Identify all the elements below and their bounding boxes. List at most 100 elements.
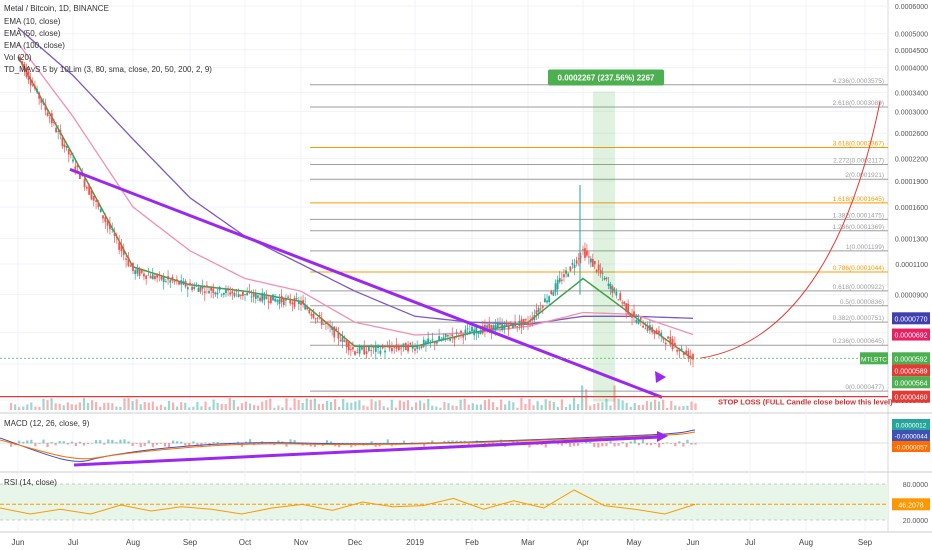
candle-body bbox=[331, 327, 334, 331]
volume-bar bbox=[609, 405, 612, 410]
volume-bar bbox=[589, 405, 592, 410]
price-tick-label: 0.0003000 bbox=[895, 109, 928, 116]
candle-body bbox=[297, 301, 300, 305]
candle-body bbox=[372, 347, 375, 349]
candle-body bbox=[664, 342, 667, 345]
candle-body bbox=[516, 326, 519, 327]
candle-body bbox=[569, 266, 572, 271]
macd-histogram-bar bbox=[74, 443, 77, 447]
volume-bar bbox=[285, 398, 288, 410]
fib-level-label: 1.618(0.0001645) bbox=[833, 196, 884, 203]
candle-body bbox=[136, 268, 139, 274]
time-label: Sep bbox=[858, 538, 873, 547]
time-label: Mar bbox=[521, 538, 535, 547]
candle-body bbox=[72, 159, 74, 162]
volume-bar bbox=[317, 404, 320, 410]
volume-bar bbox=[581, 385, 584, 410]
candle-body bbox=[267, 301, 270, 303]
candle-body bbox=[345, 339, 348, 348]
macd-histogram-bar bbox=[564, 443, 568, 444]
candle-body bbox=[74, 166, 77, 170]
volume-bar bbox=[491, 402, 495, 410]
fib-level-label: 0.5(0.0000836) bbox=[840, 299, 884, 306]
candle-body bbox=[512, 323, 514, 329]
candle-body bbox=[397, 346, 400, 350]
candle-body bbox=[662, 337, 665, 340]
rsi-title[interactable]: RSI (14, close) bbox=[4, 478, 57, 487]
macd-histogram-bar bbox=[593, 443, 596, 448]
rsi-tick-label: 80.0000 bbox=[903, 482, 928, 489]
price-axis[interactable] bbox=[888, 0, 932, 550]
volume-bar bbox=[633, 402, 636, 410]
volume-bar bbox=[74, 404, 77, 410]
candle-body bbox=[140, 269, 143, 273]
fib-level-label: 0(0.0000477) bbox=[845, 384, 884, 391]
volume-bar bbox=[244, 401, 248, 410]
volume-bar bbox=[127, 398, 130, 410]
candle-body bbox=[36, 88, 38, 93]
volume-bar bbox=[674, 405, 677, 410]
indicator-ema50-label[interactable]: EMA (50, close) bbox=[4, 29, 61, 38]
volume-bar bbox=[374, 401, 377, 410]
volume-bar bbox=[427, 398, 430, 410]
candle-body bbox=[442, 337, 445, 340]
macd-histogram-bar bbox=[18, 440, 21, 444]
macd-histogram-bar bbox=[184, 443, 187, 446]
candle-body bbox=[222, 292, 225, 295]
volume-bar bbox=[577, 404, 580, 410]
indicator-ema100-label[interactable]: EMA (100, close) bbox=[4, 41, 65, 50]
price-tick-label: 0.0006000 bbox=[895, 4, 928, 11]
candle-body bbox=[635, 319, 638, 323]
rsi-value-tag: 46.2078 bbox=[892, 498, 930, 511]
volume-bar bbox=[394, 407, 397, 410]
macd-title[interactable]: MACD (12, 26, close, 9) bbox=[4, 419, 90, 428]
volume-bar bbox=[277, 405, 280, 410]
candle-body bbox=[85, 187, 88, 189]
macd-tag-text: -0.0000044 bbox=[895, 434, 928, 441]
candle-body bbox=[34, 85, 36, 89]
candle-body bbox=[276, 299, 279, 302]
candle-body bbox=[53, 122, 55, 123]
volume-bar bbox=[91, 400, 94, 410]
rsi-band bbox=[0, 484, 888, 520]
volume-bar bbox=[188, 407, 191, 410]
macd-histogram-bar bbox=[629, 441, 632, 444]
volume-bar bbox=[366, 406, 369, 410]
macd-histogram-bar bbox=[143, 443, 146, 446]
volume-bar bbox=[479, 404, 482, 410]
fib-level-label: 0.618(0.0000922) bbox=[833, 284, 884, 291]
candle-body bbox=[50, 113, 53, 124]
candle-body bbox=[40, 98, 43, 103]
candle-body bbox=[477, 332, 480, 334]
chart-title[interactable]: Metal / Bitcoin, 1D, BINANCE bbox=[4, 4, 109, 13]
candle-body bbox=[507, 326, 510, 330]
candle-body bbox=[503, 325, 506, 330]
candle-body bbox=[529, 321, 532, 322]
macd-histogram-bar bbox=[386, 439, 389, 444]
volume-bar bbox=[99, 406, 102, 410]
candle-body bbox=[558, 278, 561, 282]
volume-bar bbox=[560, 399, 563, 410]
candle-body bbox=[653, 330, 656, 335]
volume-bar bbox=[184, 402, 187, 410]
volume-bar bbox=[163, 406, 167, 410]
macd-histogram-bar bbox=[605, 443, 608, 447]
trading-chart[interactable]: 4.236(0.0003575) 2.618(0.0003089) 3.618(0.… bbox=[0, 0, 932, 550]
candle-body bbox=[629, 314, 631, 316]
volume-bar bbox=[629, 406, 632, 410]
indicator-ema10-label[interactable]: EMA (10, close) bbox=[4, 17, 61, 26]
volume-bar bbox=[30, 402, 33, 410]
volume-bar bbox=[147, 402, 150, 410]
candle-body bbox=[29, 79, 32, 86]
time-label: 2019 bbox=[406, 538, 424, 547]
price-tag-text: 0.0000564 bbox=[894, 380, 927, 387]
macd-histogram-bar bbox=[690, 443, 693, 445]
candle-body bbox=[259, 297, 261, 301]
indicator-volume-label[interactable]: Vol (20) bbox=[4, 53, 32, 62]
volume-bar bbox=[329, 401, 333, 410]
candle-body bbox=[358, 346, 361, 354]
macd-histogram-bar bbox=[34, 443, 37, 447]
macd-histogram-bar bbox=[686, 439, 689, 444]
indicator-td-label[interactable]: TD_MAvS 5 by 10Lim (3, 80, sma, close, 2… bbox=[4, 65, 212, 74]
candle-body bbox=[494, 324, 497, 331]
